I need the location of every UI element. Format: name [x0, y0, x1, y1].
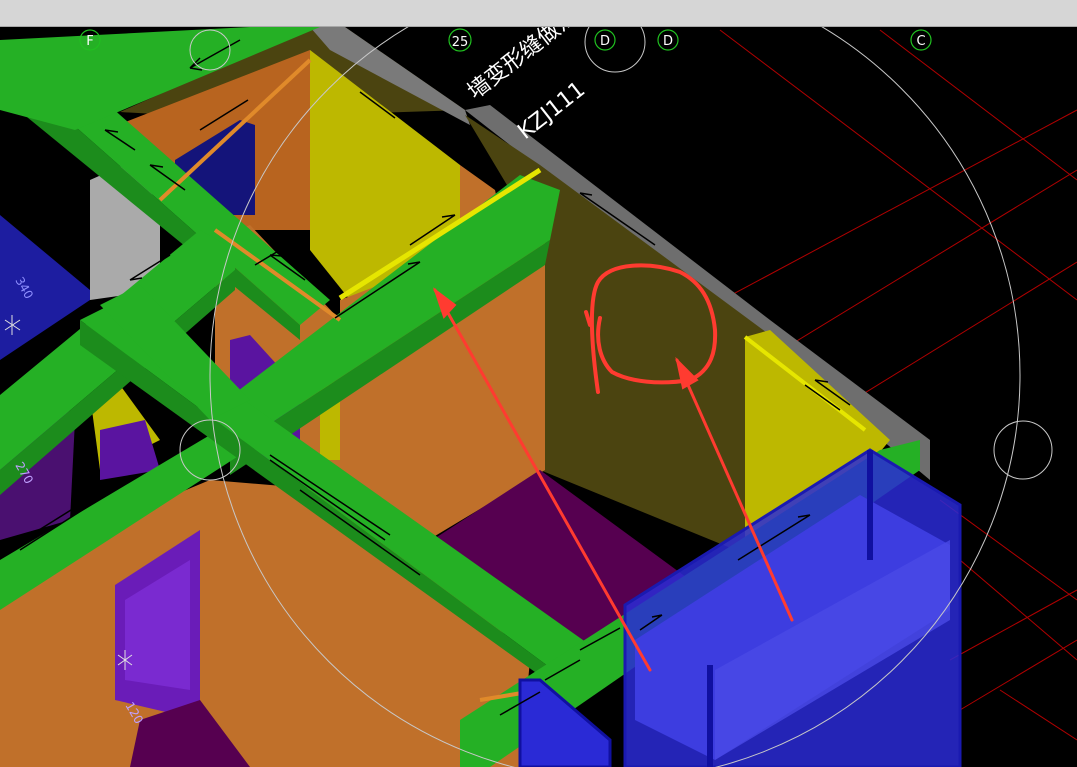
axis-label-C: C	[916, 34, 925, 49]
axis-label-D1: D	[600, 34, 610, 49]
axis-bubble-D1[interactable]: D	[594, 29, 616, 51]
axis-bubble-C[interactable]: C	[910, 29, 932, 51]
axis-label-25: 25	[452, 35, 469, 50]
column-tag-text: KZJ111	[513, 77, 590, 145]
axis-bubble-25[interactable]: 25	[448, 28, 472, 52]
axis-label-D2: D	[663, 34, 673, 49]
window-top-bar	[0, 0, 1077, 27]
model-scene[interactable]: F 25 D D C 墙变形缝做法 KZJ111 340 270 120	[0, 27, 1077, 767]
3d-model-viewport[interactable]: F 25 D D C 墙变形缝做法 KZJ111 340 270 120	[0, 27, 1077, 767]
axis-label-F: F	[86, 34, 93, 49]
axis-bubble-D2[interactable]: D	[657, 29, 679, 51]
cad-3d-window: F 25 D D C 墙变形缝做法 KZJ111 340 270 120	[0, 0, 1077, 767]
